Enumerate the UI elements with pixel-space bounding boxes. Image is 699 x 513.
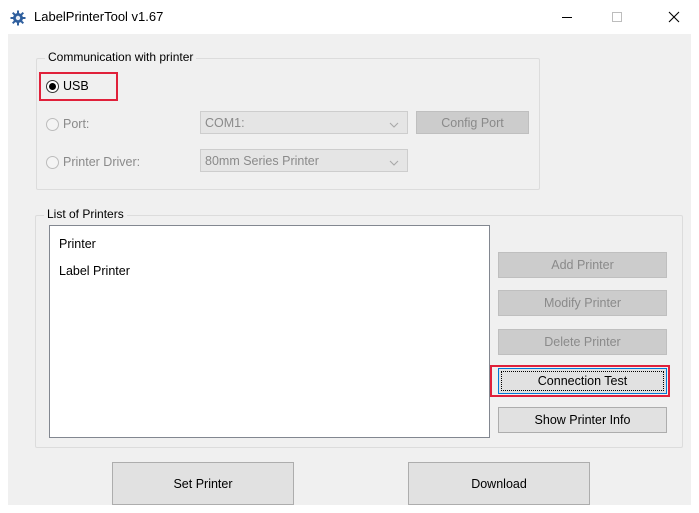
printer-driver-radio[interactable]: Printer Driver:	[46, 155, 140, 169]
window-title: LabelPrinterTool v1.67	[34, 9, 164, 24]
port-radio[interactable]: Port:	[46, 117, 89, 131]
port-select[interactable]: COM1:	[200, 111, 408, 134]
download-button[interactable]: Download	[408, 462, 590, 505]
chevron-down-icon	[389, 156, 399, 170]
set-printer-label: Set Printer	[173, 476, 233, 491]
close-button[interactable]	[651, 0, 697, 34]
config-port-button[interactable]: Config Port	[416, 111, 529, 134]
radio-unselected-icon	[46, 155, 59, 169]
usb-radio[interactable]: USB	[46, 79, 89, 93]
close-icon	[668, 11, 680, 23]
title-bar: LabelPrinterTool v1.67	[0, 0, 699, 34]
maximize-button[interactable]	[594, 0, 640, 34]
add-printer-button[interactable]: Add Printer	[498, 252, 667, 278]
modify-printer-button[interactable]: Modify Printer	[498, 290, 667, 316]
printers-legend: List of Printers	[44, 207, 127, 221]
communication-legend: Communication with printer	[45, 50, 197, 64]
show-printer-info-label: Show Printer Info	[534, 413, 631, 427]
add-printer-label: Add Printer	[551, 258, 614, 272]
printer-driver-select[interactable]: 80mm Series Printer	[200, 149, 408, 172]
set-printer-button[interactable]: Set Printer	[112, 462, 294, 505]
main-window: Communication with printer USB Port: COM…	[8, 34, 691, 505]
modify-printer-label: Modify Printer	[543, 296, 622, 310]
printers-listbox[interactable]: Printer Label Printer	[49, 225, 490, 438]
printer-driver-select-value: 80mm Series Printer	[205, 153, 319, 168]
delete-printer-button[interactable]: Delete Printer	[498, 329, 667, 355]
port-label: Port:	[63, 117, 90, 131]
minimize-button[interactable]	[544, 0, 590, 34]
show-printer-info-button[interactable]: Show Printer Info	[498, 407, 667, 433]
list-item[interactable]: Label Printer	[59, 264, 130, 278]
port-select-value: COM1:	[205, 115, 245, 130]
connection-test-button[interactable]: Connection Test	[498, 368, 667, 394]
download-label: Download	[471, 476, 527, 491]
printer-driver-label: Printer Driver:	[63, 155, 141, 169]
delete-printer-label: Delete Printer	[544, 335, 621, 349]
gear-icon	[10, 10, 26, 26]
minimize-icon	[561, 11, 573, 23]
usb-label: USB	[63, 79, 89, 93]
radio-selected-icon	[46, 79, 59, 93]
radio-unselected-icon	[46, 117, 59, 131]
maximize-icon	[611, 11, 623, 23]
chevron-down-icon	[389, 118, 399, 132]
config-port-label: Config Port	[441, 115, 504, 130]
list-item[interactable]: Printer	[59, 237, 96, 251]
